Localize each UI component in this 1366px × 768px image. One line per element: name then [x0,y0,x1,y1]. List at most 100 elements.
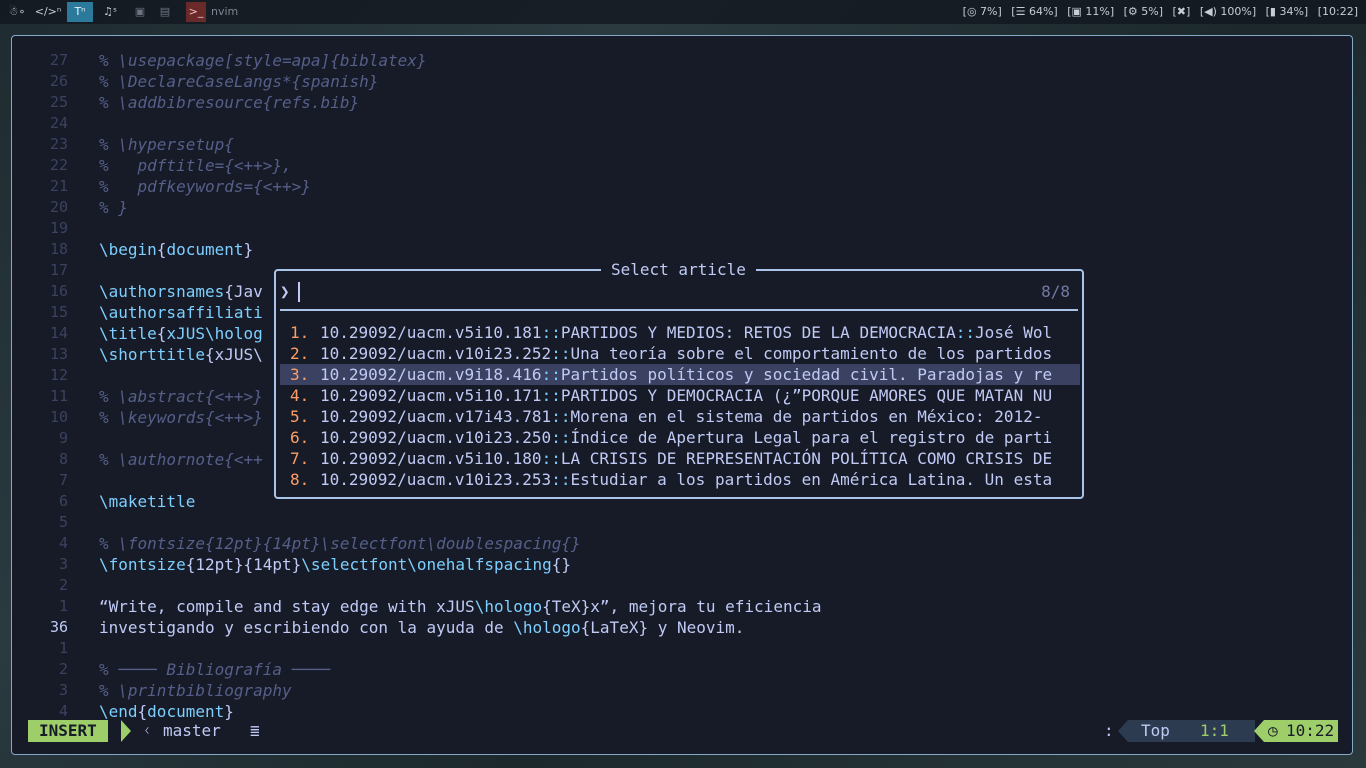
line-code: % \fontsize{12pt}{14pt}\selectfont\doubl… [99,533,581,554]
field-separator: :: [955,323,976,342]
article-text: 10.29092/uacm.v5i10.171::PARTIDOS Y DEMO… [320,385,1052,406]
workspace-1[interactable]: ☃∘ [4,2,30,22]
editor-line[interactable]: 24 [12,113,1332,134]
editor-line[interactable]: 20 % } [12,197,1332,218]
statusline-time: 10:22 [1286,721,1335,740]
editor-line[interactable]: 5 [12,512,1332,533]
editor-line[interactable]: 1 [12,638,1332,659]
line-code: \maketitle [99,491,195,512]
mic-indicator[interactable]: [✖] [1173,5,1191,18]
editor-line[interactable]: 36 investigando y escribiendo con la ayud… [12,617,1332,638]
workspace-4[interactable]: ♫ˢ [96,2,124,22]
article-title: LA CRISIS DE REPRESENTACIÓN POLÍTICA COM… [560,449,1053,468]
editor-line[interactable]: 3 % \printbibliography [12,680,1332,701]
editor-line[interactable]: 21 % pdfkeywords={<++>} [12,176,1332,197]
article-index: 5. [290,407,310,426]
terminal-window[interactable]: 27 % \usepackage[style=apa]{biblatex} 26% … [11,35,1353,755]
editor-line[interactable]: 1 “Write, compile and stay edge with xJUS… [12,596,1332,617]
code-token: \authorsaffiliati [99,303,263,322]
line-code: % \printbibliography [99,680,292,701]
line-number: 1 [58,597,68,615]
editor-line[interactable]: 3 \fontsize{12pt}{14pt}\selectfont\onehal… [12,554,1332,575]
article-index: 3. [290,365,310,384]
article-item[interactable]: 7. 10.29092/uacm.v5i10.180::LA CRISIS DE … [280,448,1080,469]
code-token: document [147,702,225,721]
field-separator: :: [541,365,561,384]
select-article-picker[interactable]: Select article ❯ 8/8 1. 10.29092/uacm.v5i… [274,260,1084,499]
code-token: % \DeclareCaseLangs*{spanish} [99,72,379,91]
line-number: 3 [58,681,68,699]
article-doi: 10.29092/uacm.v5i10.180 [320,449,542,468]
editor-line[interactable]: 4 % \fontsize{12pt}{14pt}\selectfont\doub… [12,533,1332,554]
code-token: \holog [204,324,263,343]
workspace-2[interactable]: </>ⁿ [33,2,63,22]
article-text: 10.29092/uacm.v10i23.252::Una teoría sob… [320,343,1052,364]
picker-search-input[interactable] [298,282,1000,302]
line-code: % \DeclareCaseLangs*{spanish} [99,71,378,92]
article-text: 10.29092/uacm.v17i43.781::Morena en el s… [320,406,1042,427]
code-token: % pdfkeywords={<++>} [99,177,311,196]
line-number: 2 [58,660,68,678]
editor-line[interactable]: 23 % \hypersetup{ [12,134,1332,155]
editor-line[interactable]: 4 \end{document} [12,701,1332,722]
field-separator: :: [551,407,571,426]
article-item[interactable]: 6. 10.29092/uacm.v10i23.250::Índice de Ap… [280,427,1080,448]
editor-line[interactable]: 27 % \usepackage[style=apa]{biblatex} [12,50,1332,71]
code-token: \begin [99,240,157,259]
code-token: % \abstract{<++>} [99,387,263,406]
article-item[interactable]: 8. 10.29092/uacm.v10i23.253::Estudiar a l… [280,469,1080,490]
line-number: 17 [49,261,68,279]
cpu-indicator: [◎ 7%] [962,5,1002,18]
article-doi: 10.29092/uacm.v10i23.253 [320,470,552,489]
workspace-6[interactable]: ▤ [155,2,175,22]
line-code: % \abstract{<++>} [99,386,263,407]
article-author: José Wol [975,323,1053,342]
code-token: % } [99,198,128,217]
editor-line[interactable]: 2 % ──── Bibliografía ──── [12,659,1332,680]
code-token: % ──── Bibliografía ──── [99,660,331,679]
code-token: { [137,702,148,721]
picker-title: Select article [601,260,756,280]
article-item[interactable]: 3. 10.29092/uacm.v9i18.416::Partidos polí… [280,364,1080,385]
volume-indicator[interactable]: [◀) 100%] [1200,5,1256,18]
article-item[interactable]: 2. 10.29092/uacm.v10i23.252::Una teoría s… [280,343,1080,364]
article-item[interactable]: 1. 10.29092/uacm.v5i10.181::PARTIDOS Y ME… [280,322,1080,343]
article-index: 6. [290,428,310,447]
article-item[interactable]: 5. 10.29092/uacm.v17i43.781::Morena en el… [280,406,1080,427]
terminal-app-icon[interactable]: >_ [186,2,206,22]
article-title: PARTIDOS Y MEDIOS: RETOS DE LA DEMOCRACI… [560,323,956,342]
code-token: % \keywords{<++>} [99,408,263,427]
article-doi: 10.29092/uacm.v10i23.250 [320,428,552,447]
line-code: \fontsize{12pt}{14pt}\selectfont\onehalf… [99,554,571,575]
workspace-3-active[interactable]: Tⁿ [67,2,93,22]
line-number: 9 [58,429,68,447]
editor-line[interactable]: 2 [12,575,1332,596]
editor-line[interactable]: 19 [12,218,1332,239]
editor-line[interactable]: 26 % \DeclareCaseLangs*{spanish} [12,71,1332,92]
article-doi: 10.29092/uacm.v10i23.252 [320,344,552,363]
code-token: {LaTeX} y Neovim. [580,618,745,637]
active-app-label: nvim [211,5,239,18]
code-token: % \authornote{<++ [99,450,263,469]
article-item[interactable]: 4. 10.29092/uacm.v5i10.171::PARTIDOS Y DE… [280,385,1080,406]
line-code: % } [99,197,128,218]
workspace-5[interactable]: ▣ [130,2,150,22]
editor-line[interactable]: 22 % pdftitle={<++>}, [12,155,1332,176]
field-separator: :: [541,386,561,405]
editor-line[interactable]: 18 \begin{document} [12,239,1332,260]
article-text: 10.29092/uacm.v5i10.181::PARTIDOS Y MEDI… [320,322,1052,343]
code-token: % \usepackage[style=apa]{biblatex} [99,51,427,70]
code-token: investigando y escribiendo con la ayuda … [99,618,514,637]
field-separator: :: [551,344,571,363]
editor-line[interactable]: 25 % \addbibresource{refs.bib} [12,92,1332,113]
line-code: % pdftitle={<++>}, [99,155,292,176]
line-code: \end{document} [99,701,234,722]
code-token: \fontsize [99,555,186,574]
line-number: 4 [58,702,68,720]
line-number: 20 [49,198,68,216]
line-code: \authorsnames{Jav [99,281,263,302]
line-code: \shorttitle{xJUS\ [99,344,263,365]
clock-indicator: [10:22] [1317,5,1358,18]
article-index: 4. [290,386,310,405]
line-number: 27 [49,51,68,69]
